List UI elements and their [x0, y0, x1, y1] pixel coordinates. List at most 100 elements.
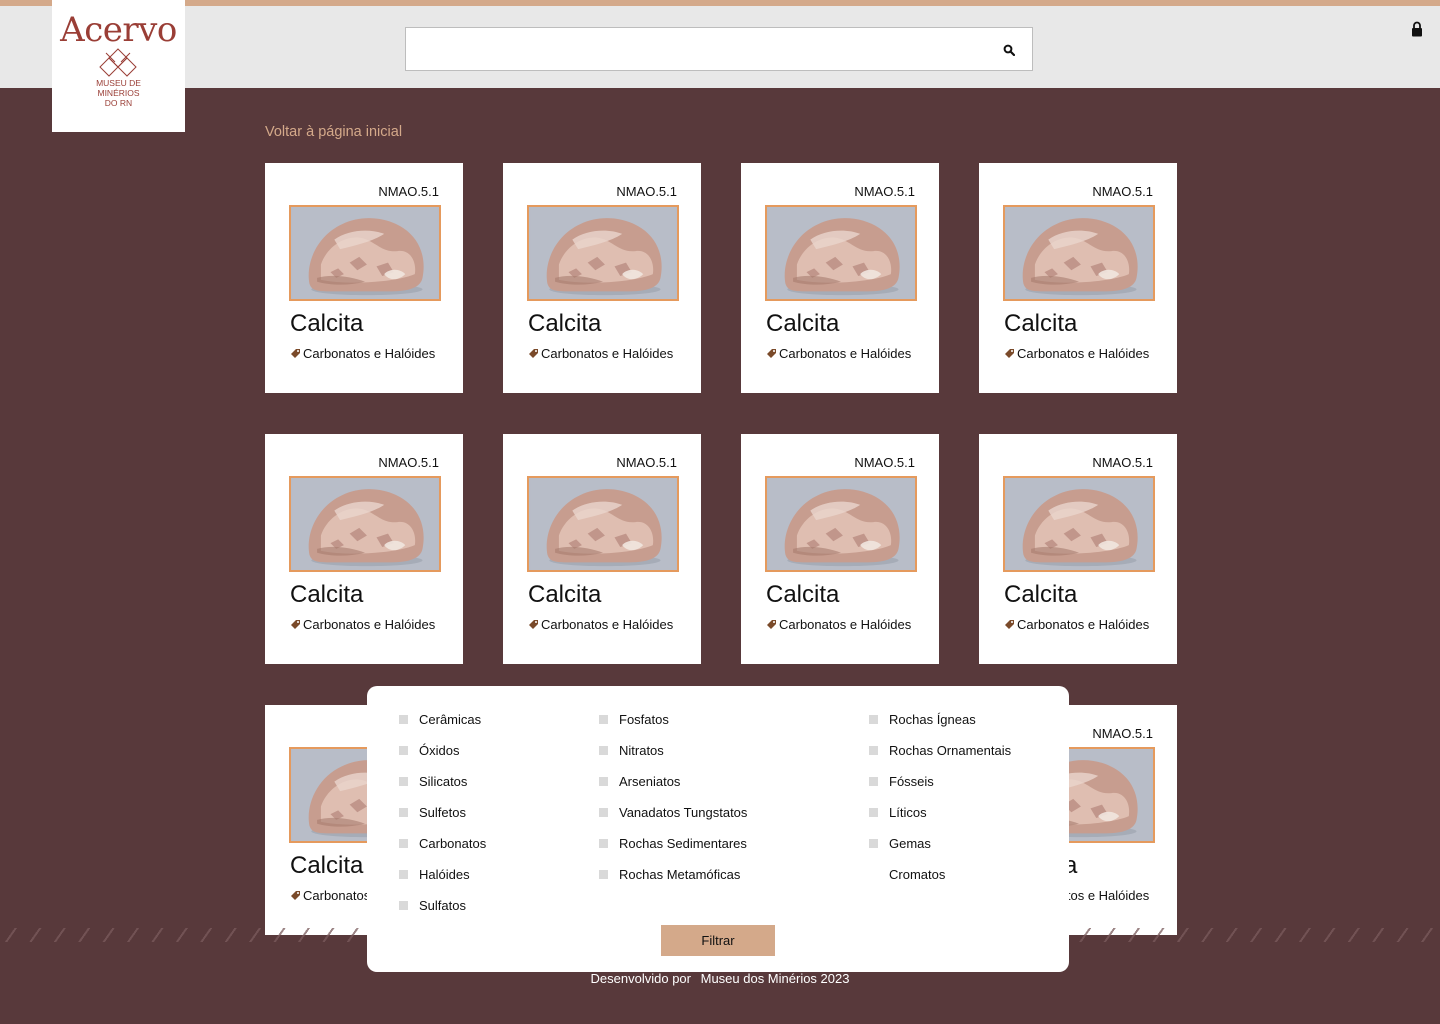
mineral-category-label: Carbonatos e Halóides	[541, 346, 674, 361]
filter-button[interactable]: Filtrar	[661, 925, 775, 956]
filter-checkbox[interactable]	[599, 777, 608, 786]
filter-checkbox[interactable]	[869, 808, 878, 817]
filter-option-label: Rochas Metamóficas	[619, 867, 741, 882]
filter-option[interactable]: Vanadatos Tungstatos	[599, 805, 748, 820]
filter-option[interactable]: Silicatos	[399, 774, 467, 789]
footer-prefix: Desenvolvido por	[590, 971, 691, 986]
filter-option[interactable]: Cromatos	[889, 867, 945, 882]
filter-option[interactable]: Sulfetos	[399, 805, 466, 820]
filter-checkbox[interactable]	[869, 715, 878, 724]
lock-icon[interactable]	[1411, 21, 1423, 37]
mineral-card[interactable]: NMAO.5.1 Calcita Carbonatos e Halóides	[503, 163, 701, 393]
filter-option-label: Fósseis	[889, 774, 934, 789]
mineral-category: Carbonatos e Halóides	[290, 346, 435, 361]
filter-option-label: Cromatos	[889, 867, 946, 882]
mineral-name: Calcita	[528, 581, 602, 608]
logo-sub-line: do RN	[104, 98, 133, 108]
filter-option[interactable]: Óxidos	[399, 743, 459, 758]
filter-option-label: Sulfetos	[419, 805, 466, 820]
mineral-name: Calcita	[766, 310, 840, 337]
filter-option[interactable]: Arseniatos	[599, 774, 680, 789]
mineral-card[interactable]: NMAO.5.1 Calcita Carbonatos e Halóides	[979, 163, 1177, 393]
tag-icon	[290, 347, 301, 358]
filter-checkbox[interactable]	[599, 870, 608, 879]
mineral-category-label: Carbonatos e Halóides	[303, 346, 436, 361]
header-bar	[0, 6, 1440, 88]
filter-checkbox[interactable]	[399, 870, 408, 879]
mineral-name: Calcita	[290, 852, 364, 879]
filter-option[interactable]: Fósseis	[869, 774, 934, 789]
filter-option[interactable]: Gemas	[869, 836, 931, 851]
mineral-name: Calcita	[290, 310, 364, 337]
mineral-category-label: Carbonatos e Halóides	[779, 346, 912, 361]
filter-checkbox[interactable]	[599, 715, 608, 724]
mineral-card[interactable]: NMAO.5.1 Calcita Carbonatos e Halóides	[979, 434, 1177, 664]
filter-option[interactable]: Fosfatos	[599, 712, 669, 727]
filter-checkbox[interactable]	[399, 901, 408, 910]
filter-option[interactable]: Cerâmicas	[399, 712, 482, 727]
filter-option[interactable]: Rochas Sedimentares	[599, 836, 747, 851]
filter-checkbox[interactable]	[869, 839, 878, 848]
filter-option[interactable]: Sulfatos	[399, 898, 466, 913]
filter-checkbox[interactable]	[399, 839, 408, 848]
mineral-card[interactable]: NMAO.5.1 Calcita Carbonatos e Halóides	[741, 163, 939, 393]
mineral-code: NMAO.5.1	[378, 184, 439, 199]
mineral-category: Carbonatos e Halóides	[766, 617, 911, 632]
filter-option[interactable]: Halóides	[399, 867, 470, 882]
filter-option-label: Nitratos	[619, 743, 664, 758]
search-bar[interactable]	[405, 27, 1033, 71]
diamond-logo-icon	[99, 48, 137, 77]
filter-checkbox[interactable]	[869, 746, 878, 755]
mineral-category-label: Carbonatos e Halóides	[1017, 346, 1150, 361]
filter-option[interactable]: Carbonatos	[399, 836, 487, 851]
filter-checkbox[interactable]	[399, 715, 408, 724]
filter-checkbox[interactable]	[599, 839, 608, 848]
filter-checkbox[interactable]	[399, 808, 408, 817]
filter-option-label: Cerâmicas	[419, 712, 482, 727]
filter-option-label: Líticos	[889, 805, 927, 820]
mineral-code: NMAO.5.1	[1092, 184, 1153, 199]
mineral-code: NMAO.5.1	[854, 184, 915, 199]
mineral-code: NMAO.5.1	[616, 455, 677, 470]
filter-option[interactable]: Líticos	[869, 805, 927, 820]
mineral-code: NMAO.5.1	[616, 184, 677, 199]
filter-option-label: Vanadatos Tungstatos	[619, 805, 748, 820]
mineral-name: Calcita	[528, 310, 602, 337]
mineral-name: Calcita	[1004, 310, 1078, 337]
mineral-photo	[1003, 205, 1155, 301]
tag-icon	[766, 618, 777, 629]
tag-icon	[528, 618, 539, 629]
filter-checkbox[interactable]	[399, 746, 408, 755]
mineral-category: Carbonatos e Halóides	[766, 346, 911, 361]
mineral-card[interactable]: NMAO.5.1 Calcita Carbonatos e Halóides	[503, 434, 701, 664]
filter-checkbox[interactable]	[599, 808, 608, 817]
logo[interactable]: Acervo Museu de Minérios do RN	[52, 0, 185, 132]
mineral-code: NMAO.5.1	[1092, 455, 1153, 470]
mineral-photo	[1003, 476, 1155, 572]
mineral-card[interactable]: NMAO.5.1 Calcita Carbonatos e Halóides	[265, 434, 463, 664]
mineral-photo	[289, 476, 441, 572]
mineral-name: Calcita	[1004, 581, 1078, 608]
tag-icon	[528, 347, 539, 358]
back-home-link[interactable]: Voltar à página inicial	[265, 124, 402, 140]
mineral-category: Carbonatos e Halóides	[528, 346, 673, 361]
filter-option-label: Carbonatos	[419, 836, 487, 851]
mineral-card[interactable]: NMAO.5.1 Calcita Carbonatos e Halóides	[741, 434, 939, 664]
logo-sub-line: Museu de	[96, 78, 141, 88]
tag-icon	[1004, 618, 1015, 629]
logo-wordmark: Acervo	[60, 10, 177, 50]
footer-owner: Museu dos Minérios 2023	[700, 971, 850, 986]
filter-option[interactable]: Rochas Ígneas	[869, 712, 976, 727]
filter-checkbox[interactable]	[399, 777, 408, 786]
mineral-name: Calcita	[290, 581, 364, 608]
tag-icon	[290, 618, 301, 629]
filter-option[interactable]: Rochas Ornamentais	[869, 743, 1011, 758]
search-icon[interactable]	[1003, 44, 1015, 56]
filter-checkbox[interactable]	[869, 777, 878, 786]
mineral-card[interactable]: NMAO.5.1 Calcita Carbonatos e Halóides	[265, 163, 463, 393]
filter-option[interactable]: Rochas Metamóficas	[599, 867, 741, 882]
mineral-code: NMAO.5.1	[378, 455, 439, 470]
filter-checkbox[interactable]	[599, 746, 608, 755]
filter-option[interactable]: Nitratos	[599, 743, 664, 758]
search-input[interactable]	[406, 28, 986, 70]
